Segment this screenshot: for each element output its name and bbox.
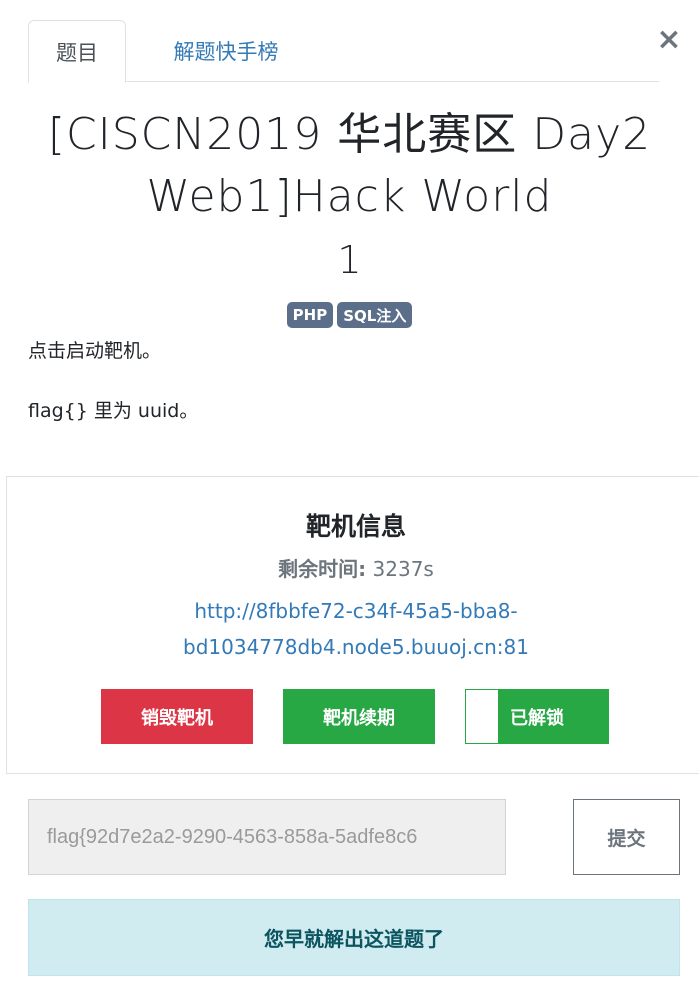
description-line: flag{} 里为 uuid。 — [28, 400, 199, 422]
unlock-toggle-knob — [466, 690, 498, 743]
tag-php: PHP — [286, 302, 334, 328]
description-line: 点击启动靶机。 — [28, 340, 162, 362]
target-url-line-2[interactable]: bd1034778db4.node5.buuoj.cn:81 — [7, 629, 699, 665]
target-heading: 靶机信息 — [305, 512, 406, 541]
target-panel: 靶机信息 剩余时间: 3237s http://8fbbfe72-c34f-45… — [6, 476, 699, 774]
challenge-title-line-1: [CISCN2019 华北赛区 Day2 — [47, 109, 652, 160]
tab-solves[interactable]: 解题快手榜 — [136, 20, 316, 82]
remaining-time-label: 剩余时间: — [278, 557, 367, 581]
challenge-title-line-2: Web1]Hack World — [146, 171, 553, 222]
challenge-title: [CISCN2019 华北赛区 Day2 Web1]Hack World — [0, 104, 699, 228]
challenge-tags: PHP SQL注入 — [0, 302, 699, 328]
unlocked-label: 已解锁 — [510, 707, 564, 728]
tab-challenge[interactable]: 题目 — [28, 20, 126, 83]
tag-sql-injection: SQL注入 — [337, 302, 413, 328]
remaining-time-value: 3237s — [372, 557, 434, 581]
challenge-tabs: 题目 解题快手榜 — [28, 20, 659, 83]
flag-input-value: flag{92d7e2a2-9290-4563-858a-5adfe8c6 — [47, 825, 418, 848]
target-url-link[interactable]: http://8fbbfe72-c34f-45a5-bba8- bd103477… — [7, 593, 699, 665]
destroy-target-button[interactable]: 销毁靶机 — [101, 689, 253, 744]
solved-alert: 您早就解出这道题了 — [28, 899, 680, 976]
close-icon[interactable]: × — [652, 22, 686, 57]
challenge-score: 1 — [337, 238, 362, 282]
flag-input[interactable]: flag{92d7e2a2-9290-4563-858a-5adfe8c6 — [28, 799, 506, 875]
remaining-time: 剩余时间: 3237s — [7, 553, 699, 582]
challenge-description: 点击启动靶机。 flag{} 里为 uuid。 — [28, 336, 198, 426]
target-url-line-1[interactable]: http://8fbbfe72-c34f-45a5-bba8- — [7, 593, 699, 629]
submit-flag-button[interactable]: 提交 — [573, 799, 680, 875]
unlocked-button[interactable]: 已解锁 — [465, 689, 609, 744]
renew-target-button[interactable]: 靶机续期 — [283, 689, 435, 744]
